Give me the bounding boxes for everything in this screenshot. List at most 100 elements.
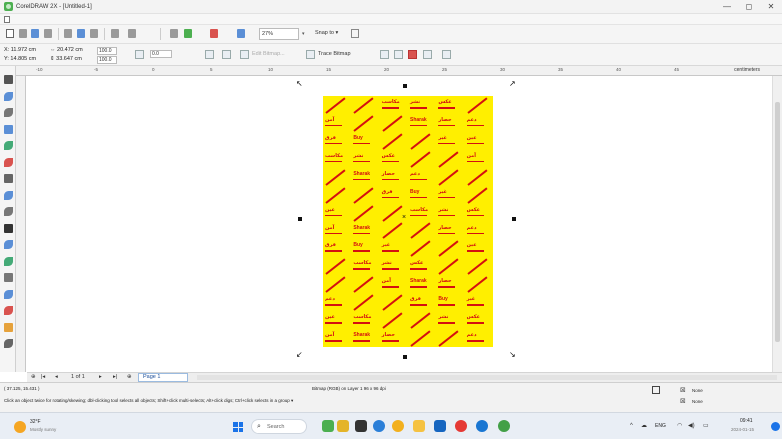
trace-bitmap-icon[interactable] (306, 50, 315, 59)
rotate-handle-top-right[interactable]: ↗ (509, 80, 516, 88)
export-icon[interactable] (210, 29, 218, 38)
cut-icon[interactable] (64, 29, 72, 38)
rotation-center-marker[interactable]: × (402, 214, 406, 221)
no-fill-icon[interactable]: ⊠ (680, 387, 686, 394)
selection-handle-bottom[interactable] (403, 355, 407, 359)
folder-icon[interactable] (413, 420, 425, 432)
cloud-icon[interactable]: ☁ (641, 423, 647, 429)
snap-to-dropdown[interactable]: Snap to ▾ (315, 30, 338, 36)
polygon-tool-icon[interactable] (4, 207, 13, 216)
edit-bitmap-icon[interactable] (240, 50, 249, 59)
wrap-text-icon[interactable] (442, 50, 451, 59)
undo-icon[interactable] (111, 29, 119, 38)
previous-page-button[interactable]: ◂ (55, 374, 58, 380)
wifi-icon[interactable]: ◠ (677, 423, 682, 429)
document-icon[interactable] (4, 16, 10, 23)
open-icon[interactable] (19, 29, 27, 38)
crop-bitmap-icon[interactable] (380, 50, 389, 59)
messaging-icon[interactable] (498, 420, 510, 432)
save-icon[interactable] (31, 29, 39, 38)
selection-handle-top[interactable] (403, 84, 407, 88)
resample-icon[interactable] (394, 50, 403, 59)
crop-tool-icon[interactable] (4, 108, 13, 117)
media-icon[interactable] (455, 420, 467, 432)
minimize-button[interactable]: — (716, 0, 738, 14)
redo-icon[interactable] (128, 29, 136, 38)
selected-bitmap[interactable]: مكاسب نشر عكس آمن Sharak حصار دعم فرق Buy غير عين م… (323, 96, 493, 347)
print-icon[interactable] (44, 29, 52, 38)
rotate-handle-bottom-left[interactable]: ↙ (296, 351, 303, 359)
shape-tool-icon[interactable] (4, 91, 13, 101)
drop-shadow-icon[interactable] (4, 273, 13, 282)
rotate-handle-bottom-right[interactable]: ↘ (509, 351, 516, 359)
last-page-button[interactable]: ▸| (113, 374, 117, 380)
ellipse-tool-icon[interactable] (4, 190, 13, 200)
next-page-button[interactable]: ▸ (99, 374, 102, 380)
text-tool-icon[interactable] (4, 223, 13, 233)
eyedropper-icon[interactable] (4, 306, 13, 315)
freehand-tool-icon[interactable] (4, 141, 13, 150)
zoom-level-field[interactable]: 27% (259, 28, 299, 40)
windows-start-icon[interactable] (233, 422, 243, 432)
tray-overflow-icon[interactable]: ^ (630, 423, 633, 429)
trace-bitmap-button[interactable]: Trace Bitmap (318, 51, 351, 57)
edit-bitmap-button[interactable]: Edit Bitmap... (252, 51, 285, 57)
file-explorer-icon[interactable] (337, 420, 349, 432)
coreldraw-taskbar-icon[interactable] (322, 420, 334, 432)
chrome-icon[interactable] (392, 420, 404, 432)
language-indicator[interactable]: ENG (655, 423, 666, 429)
search-icon[interactable] (170, 29, 178, 38)
y-position-field[interactable]: Y: 14.805 cm (4, 56, 36, 62)
selection-handle-right[interactable] (512, 217, 516, 221)
scale-y-field[interactable]: 100.0 (97, 56, 117, 64)
edge-icon[interactable] (476, 420, 488, 432)
rotate-handle-top-left[interactable]: ↖ (296, 80, 303, 88)
mirror-horizontal-icon[interactable] (205, 50, 214, 59)
add-page-after-button[interactable]: ⊕ (127, 374, 132, 380)
x-position-field[interactable]: X: 11.972 cm (4, 47, 36, 53)
interactive-fill-icon[interactable] (4, 322, 13, 332)
zoom-tool-icon[interactable] (4, 124, 13, 134)
maximize-button[interactable]: ◻ (738, 0, 760, 14)
taskbar-search-box[interactable]: ⌕ Search (251, 419, 307, 434)
smart-fill-icon[interactable] (4, 339, 13, 348)
artistic-media-icon[interactable] (4, 157, 13, 167)
add-page-button[interactable]: ⊕ (31, 374, 36, 380)
no-outline-icon[interactable]: ⊠ (680, 398, 686, 405)
import-icon[interactable] (184, 29, 192, 38)
clock-date[interactable]: 2024-01-15 (731, 427, 754, 432)
notification-icon[interactable] (771, 422, 780, 431)
copy-icon[interactable] (77, 29, 85, 38)
chevron-down-icon[interactable]: ▾ (302, 31, 305, 37)
coreldraw-app-icon[interactable] (4, 2, 13, 11)
connector-tool-icon[interactable] (4, 256, 13, 266)
fill-color-icon[interactable] (652, 386, 660, 394)
vertical-ruler[interactable] (16, 76, 26, 372)
terminal-icon[interactable] (355, 420, 367, 432)
selection-handle-left[interactable] (298, 217, 302, 221)
lock-ratio-icon[interactable] (135, 50, 144, 59)
volume-icon[interactable]: ◀) (688, 423, 695, 429)
bitmap-color-mask-icon[interactable] (408, 50, 417, 59)
horizontal-ruler[interactable]: centimeters -10 -5 0 5 10 15 20 25 30 35 40 45 (16, 66, 782, 76)
browser-icon[interactable] (373, 420, 385, 432)
battery-icon[interactable]: ▭ (703, 423, 709, 429)
transparency-icon[interactable] (4, 289, 13, 299)
horizontal-scrollbar[interactable] (197, 375, 777, 380)
new-icon[interactable] (6, 29, 14, 38)
page-tab-1[interactable]: Page 1 (138, 373, 188, 382)
rotation-field[interactable]: 0.0 (150, 50, 172, 58)
mail-icon[interactable] (434, 420, 446, 432)
pick-tool-icon[interactable] (4, 75, 13, 84)
close-button[interactable]: ✕ (760, 0, 782, 14)
clock-time[interactable]: 09:41 (740, 418, 753, 424)
scrollbar-thumb[interactable] (775, 102, 780, 342)
options-icon[interactable] (351, 29, 359, 38)
link-icon[interactable] (423, 50, 432, 59)
width-field[interactable]: ⇔ 20.472 cm (50, 47, 83, 53)
vertical-scrollbar[interactable] (772, 76, 782, 372)
scale-x-field[interactable]: 100.0 (97, 47, 117, 55)
rectangle-tool-icon[interactable] (4, 174, 13, 183)
app-launcher-icon[interactable] (237, 29, 245, 38)
paste-icon[interactable] (90, 29, 98, 38)
